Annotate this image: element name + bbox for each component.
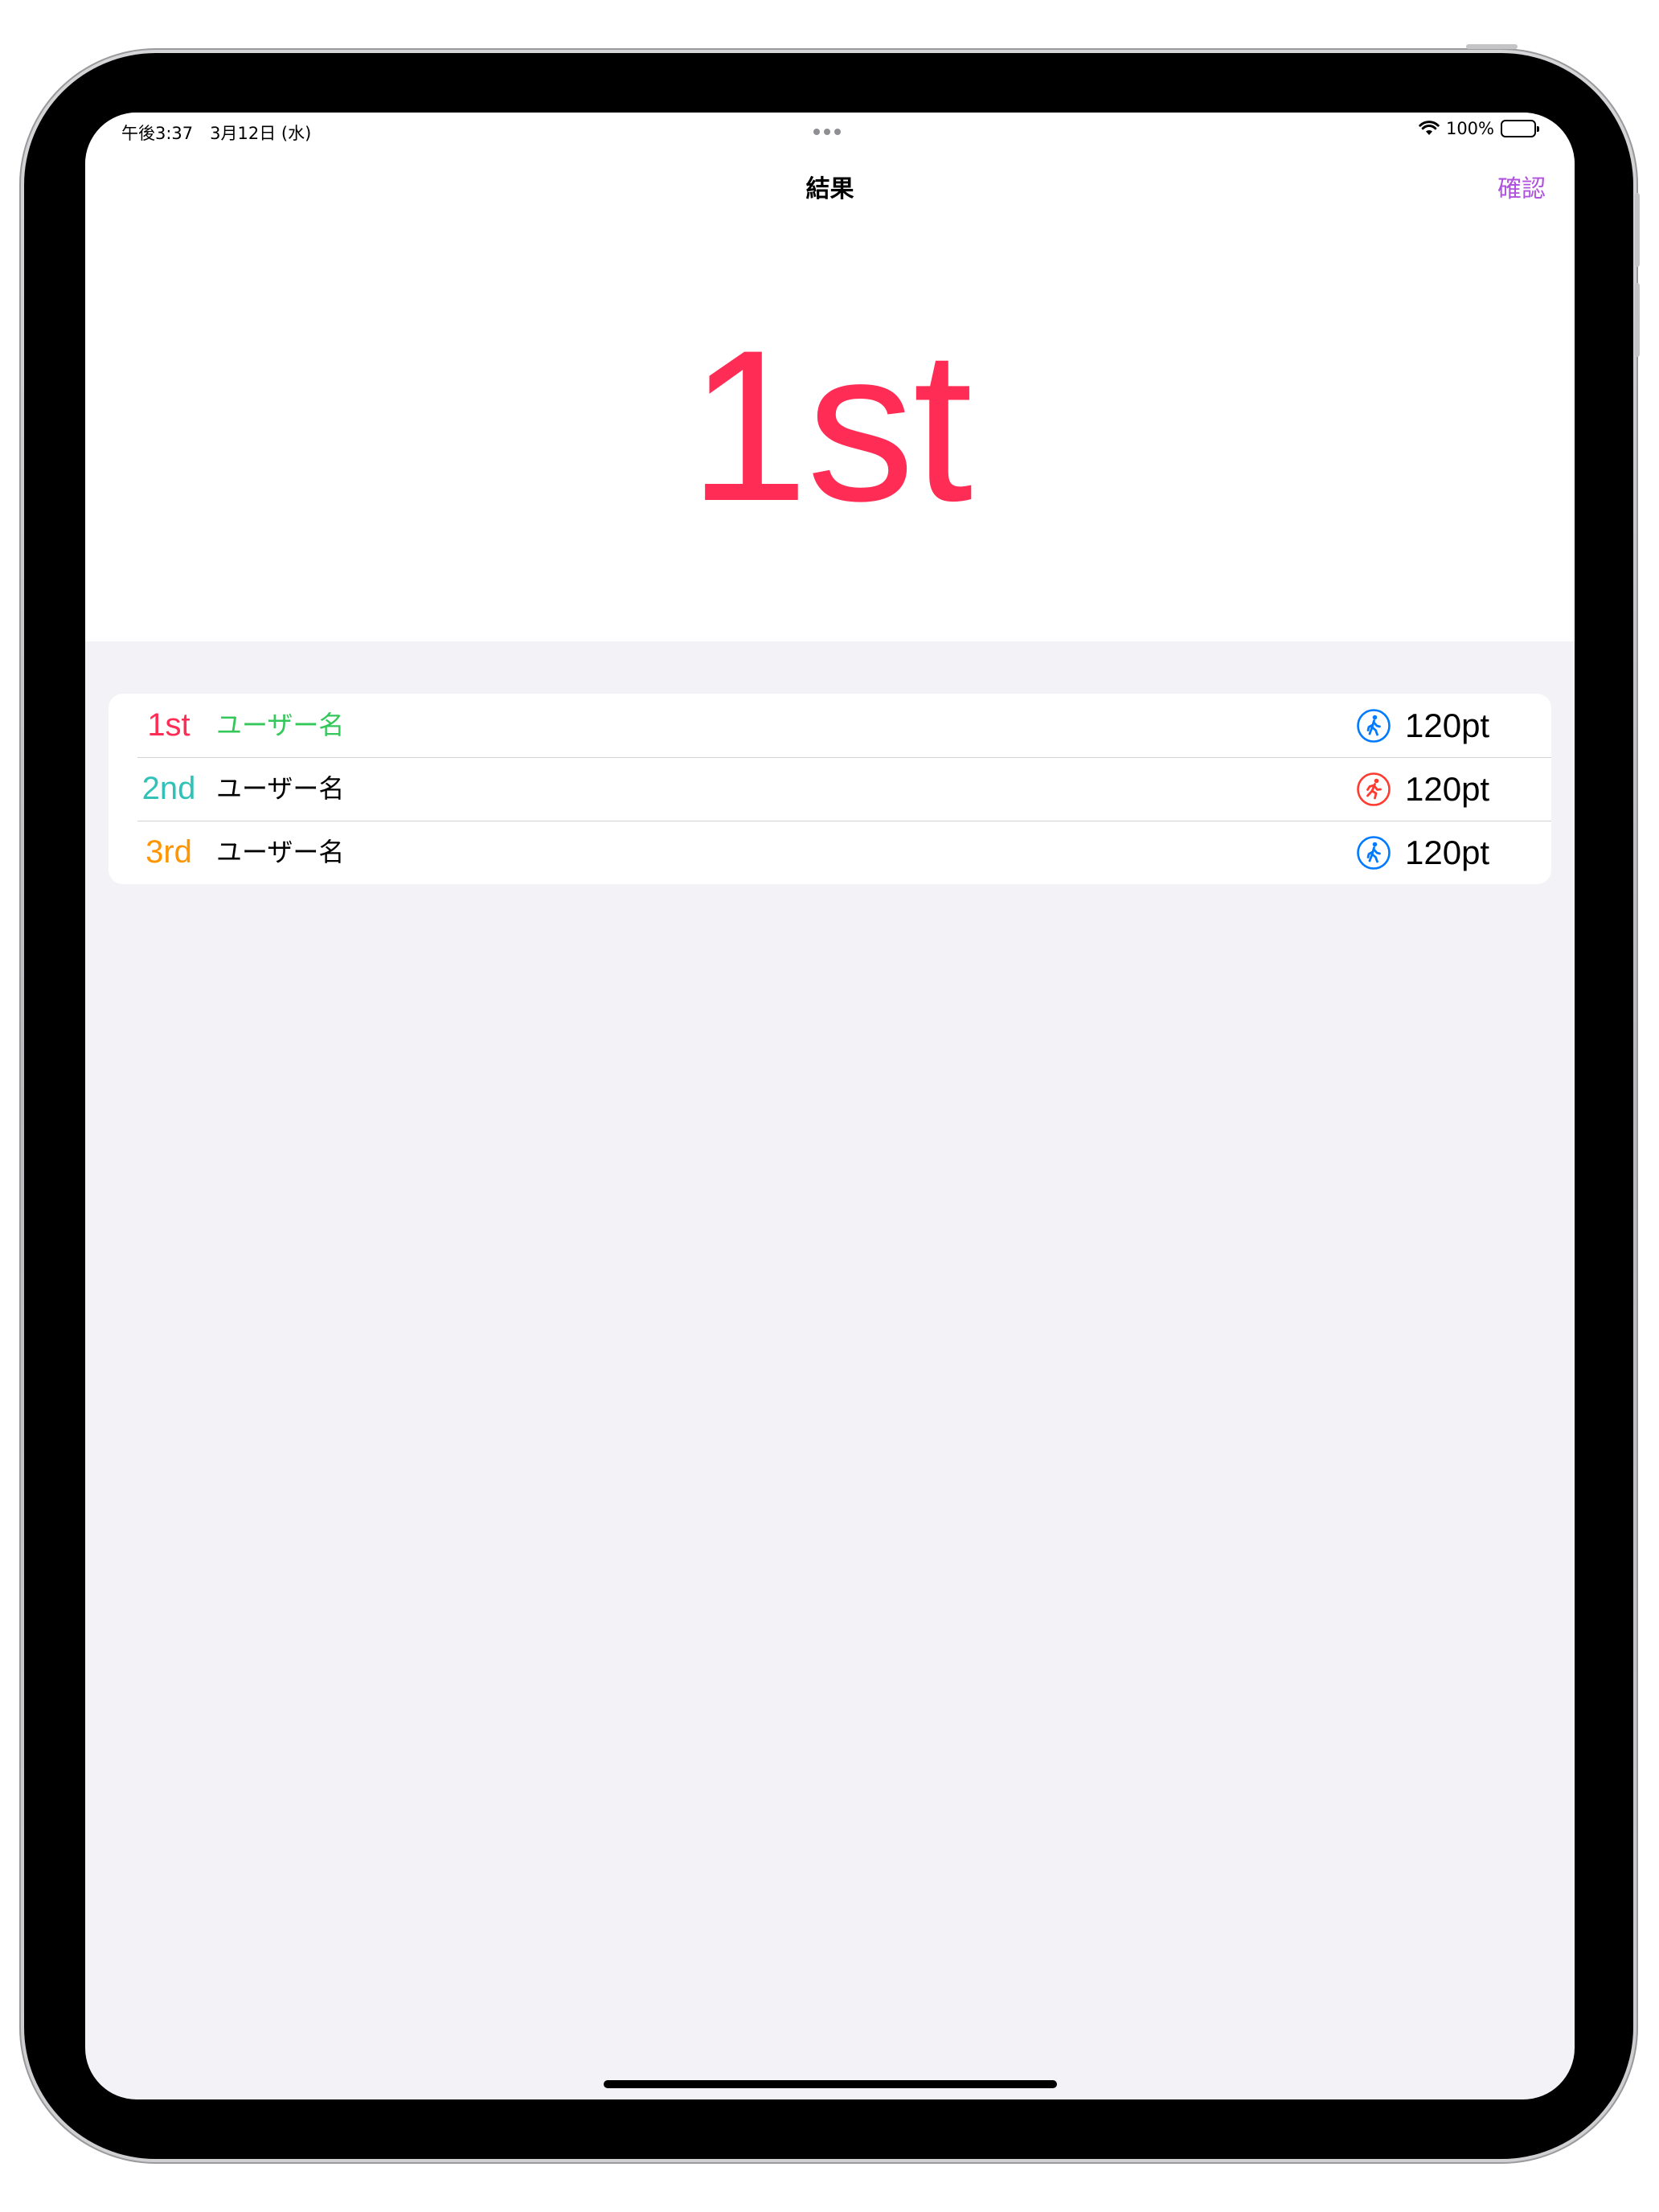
score: 120pt: [1405, 770, 1490, 808]
navigation-bar: 結果 確認: [85, 161, 1575, 214]
top-button: [1466, 44, 1518, 49]
rank-label: 2nd: [141, 771, 196, 806]
result-row[interactable]: 1st ユーザー名 120pt: [109, 694, 1551, 757]
winner-rank: 1st: [688, 305, 973, 546]
score: 120pt: [1405, 834, 1490, 871]
result-row[interactable]: 2nd ユーザー名 120pt: [109, 757, 1551, 821]
status-time: 午後3:37 3月12日 (水): [121, 124, 312, 143]
rank-label: 1st: [147, 707, 190, 743]
screen: 午後3:37 3月12日 (水) 100% 結果 確認 1st 1st ユーザー…: [85, 113, 1575, 2099]
volume-down-button: [1635, 283, 1640, 357]
figure-walk-circle-icon: [1356, 835, 1391, 870]
battery-icon: [1501, 120, 1539, 137]
confirm-button[interactable]: 確認: [1497, 169, 1546, 204]
figure-run-circle-icon: [1356, 772, 1391, 807]
home-indicator[interactable]: [604, 2080, 1057, 2088]
user-name: ユーザー名: [216, 710, 345, 740]
battery-percent: 100%: [1445, 119, 1494, 138]
result-row[interactable]: 3rd ユーザー名 120pt: [109, 821, 1551, 884]
status-bar: 午後3:37 3月12日 (水) 100%: [85, 113, 1575, 148]
status-indicators: 100%: [1419, 119, 1539, 138]
volume-up-button: [1635, 193, 1640, 267]
rank-label: 3rd: [145, 834, 192, 870]
figure-walk-circle-icon: [1356, 708, 1391, 743]
user-name: ユーザー名: [216, 837, 345, 867]
wifi-icon: [1419, 121, 1440, 137]
page-title: 結果: [805, 175, 854, 203]
multitasking-dots-icon[interactable]: [813, 129, 841, 135]
results-list: 1st ユーザー名 120pt 2nd ユーザー名 120pt 3rd ユーザー…: [109, 694, 1551, 884]
user-name: ユーザー名: [216, 773, 345, 804]
score: 120pt: [1405, 707, 1490, 744]
